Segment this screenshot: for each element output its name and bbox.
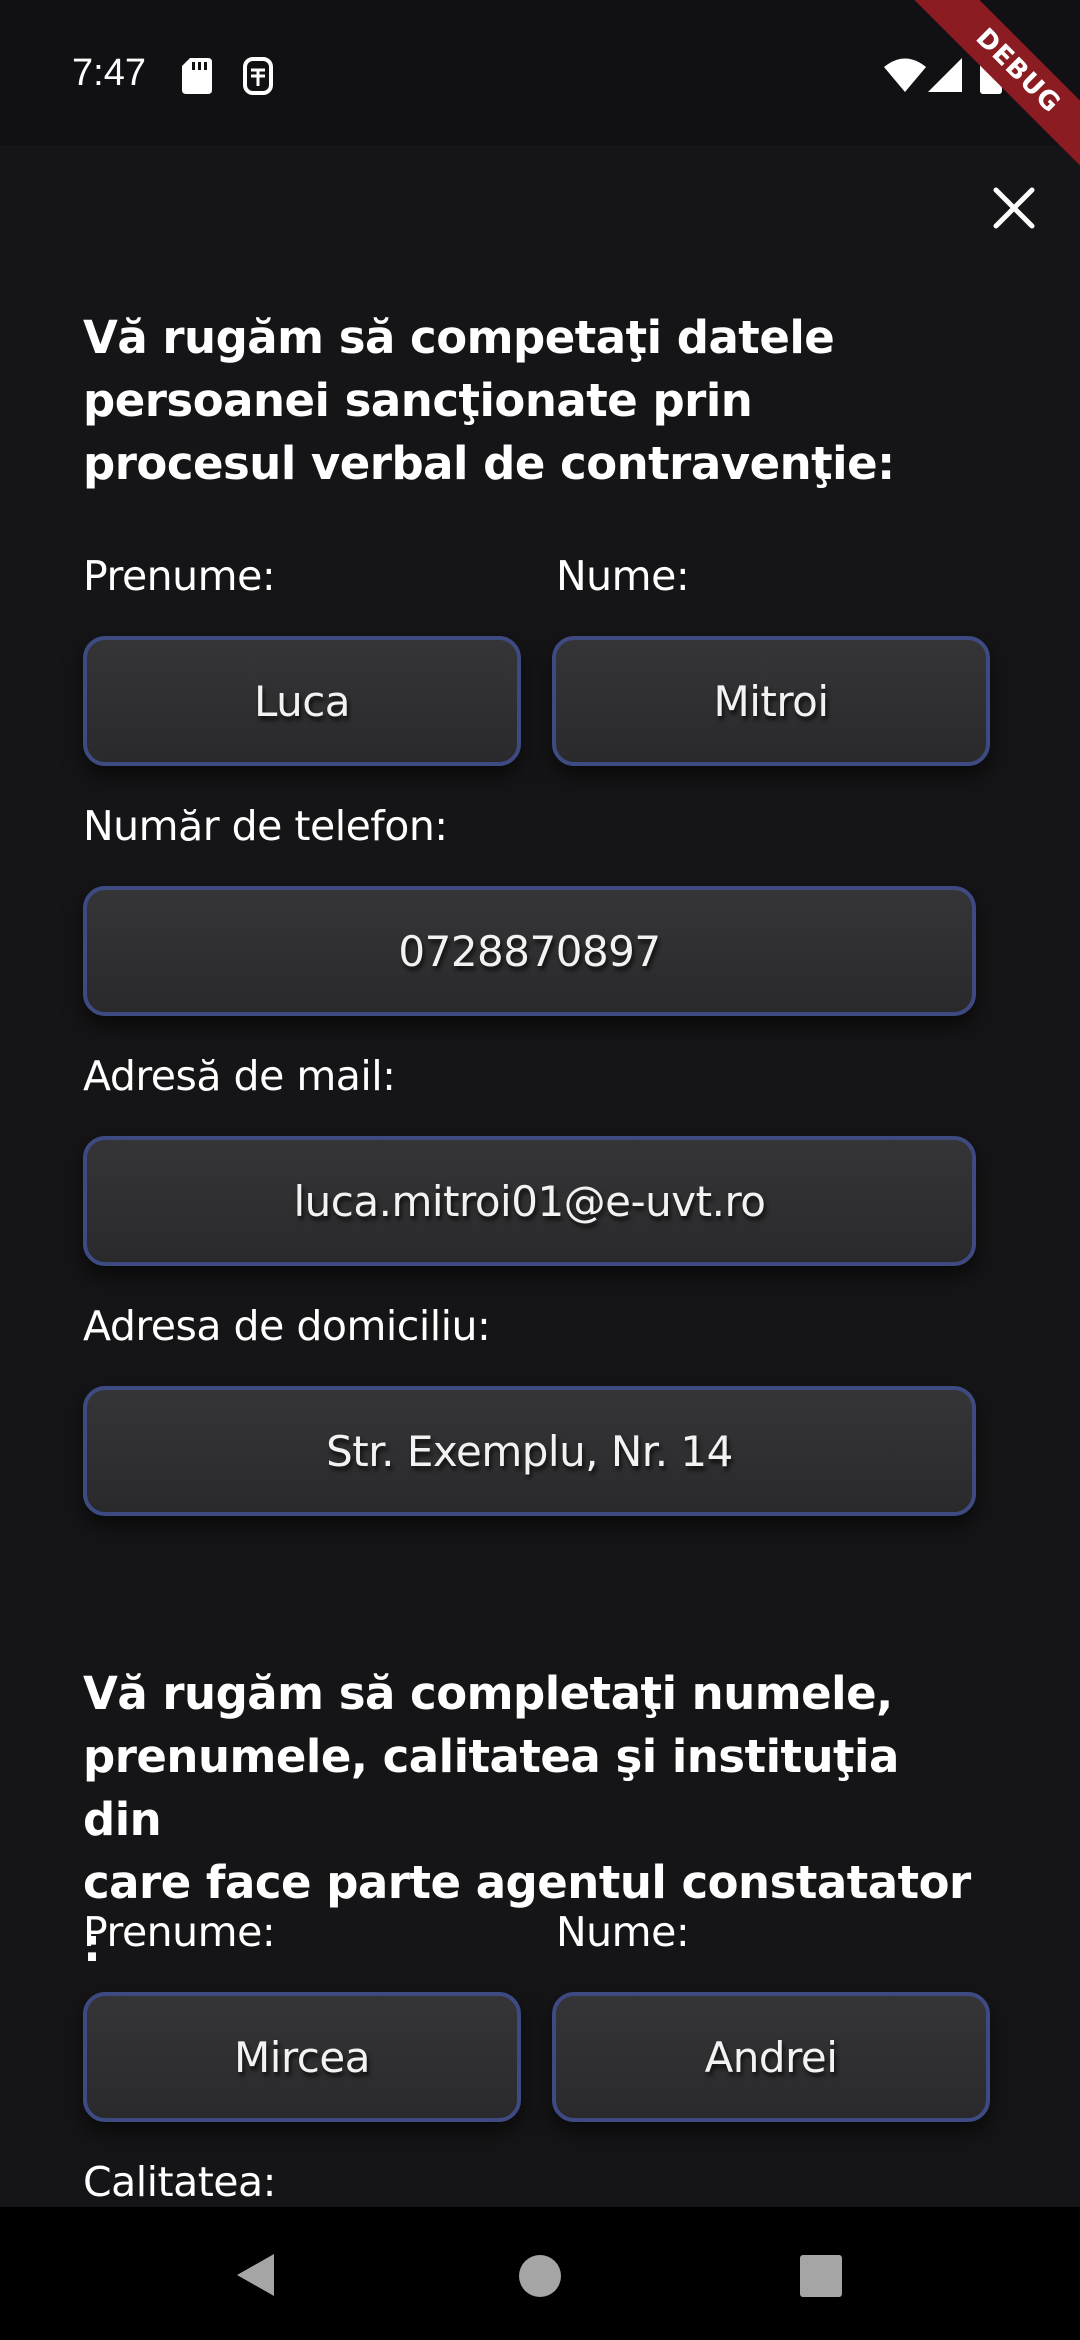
home-address-label: Adresa de domiciliu: <box>83 1302 491 1350</box>
offender-first-name-field[interactable]: Luca <box>83 636 521 766</box>
section1-heading: Vă rugăm să competaţi datele persoanei s… <box>83 306 983 495</box>
heading-line: persoanei sancţionate prin <box>83 374 753 427</box>
email-label: Adresă de mail: <box>83 1052 396 1100</box>
home-icon[interactable] <box>518 2254 562 2298</box>
agent-first-name-label: Prenume: <box>83 1908 276 1956</box>
back-icon[interactable] <box>234 2252 278 2298</box>
close-icon[interactable] <box>988 182 1040 234</box>
offender-first-name-label: Prenume: <box>83 552 276 600</box>
phone-label: Număr de telefon: <box>83 802 448 850</box>
phone-field[interactable]: 0728870897 <box>83 886 976 1016</box>
heading-line: procesul verbal de contravenţie: <box>83 437 895 490</box>
status-time: 7:47 <box>72 52 146 94</box>
heading-line: prenumele, calitatea şi instituţia din <box>83 1730 899 1846</box>
email-field[interactable]: luca.mitroi01@e-uvt.ro <box>83 1136 976 1266</box>
sim-card-icon <box>243 57 273 95</box>
agent-last-name-label: Nume: <box>556 1908 690 1956</box>
agent-last-name-field[interactable]: Andrei <box>552 1992 990 2122</box>
agent-first-name-field[interactable]: Mircea <box>83 1992 521 2122</box>
debug-ribbon-label: DEBUG <box>895 0 1080 194</box>
home-address-field[interactable]: Str. Exemplu, Nr. 14 <box>83 1386 976 1516</box>
offender-last-name-label: Nume: <box>556 552 690 600</box>
navigation-bar <box>0 2207 1080 2340</box>
heading-line: Vă rugăm să completaţi numele, <box>83 1667 893 1720</box>
agent-quality-label: Calitatea: <box>83 2158 276 2206</box>
heading-line: Vă rugăm să competaţi datele <box>83 311 835 364</box>
recents-icon[interactable] <box>800 2255 842 2297</box>
offender-last-name-field[interactable]: Mitroi <box>552 636 990 766</box>
debug-banner: DEBUG <box>880 0 1080 200</box>
sd-card-icon <box>182 58 212 94</box>
